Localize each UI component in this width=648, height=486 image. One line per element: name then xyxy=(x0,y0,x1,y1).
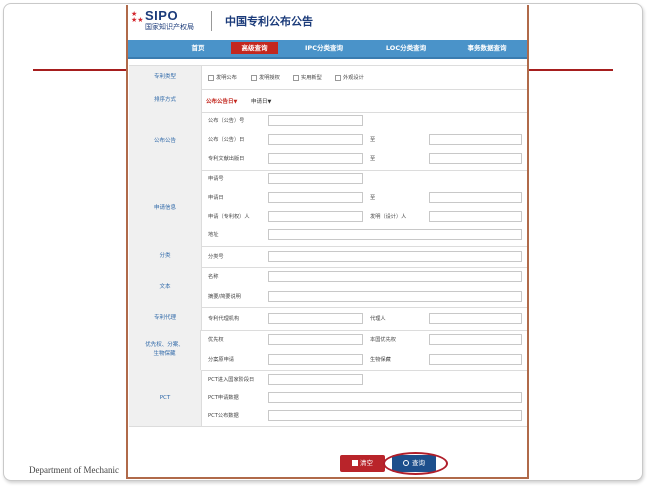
checkbox-invention-pub[interactable] xyxy=(208,75,214,81)
sort-pub-date-chevron-icon: ▼ xyxy=(233,99,238,105)
nav-item-loc-search[interactable]: LOC分类查询 xyxy=(371,40,441,57)
row-application: 申请信息 申请号 申请日 至 申请（专利权）人 发明（设计）人 地址 xyxy=(129,170,527,247)
agent-input[interactable] xyxy=(429,313,522,324)
divisional-input[interactable] xyxy=(268,354,363,365)
domestic-priority-input[interactable] xyxy=(429,334,522,345)
bio-deposit-input[interactable] xyxy=(429,354,522,365)
clear-button-label: 清空 xyxy=(360,459,373,467)
pub-number-input[interactable] xyxy=(268,115,363,126)
row-sort: 排序方式 公布公告日▼ 申请日▼ xyxy=(129,89,527,113)
pub-date-to-input[interactable] xyxy=(429,134,522,145)
label-address: 地址 xyxy=(208,232,219,238)
site-title: 中国专利公布公告 xyxy=(225,15,313,28)
label-doc-date: 专利文献出版日 xyxy=(208,156,245,162)
label-text: 文本 xyxy=(129,267,202,307)
priority-input[interactable] xyxy=(268,334,363,345)
pub-date-from-input[interactable] xyxy=(268,134,363,145)
nav-item-ipc-search[interactable]: IPC分类查询 xyxy=(290,40,358,57)
label-domestic-priority: 本国优先权 xyxy=(370,337,396,343)
name-input[interactable] xyxy=(268,271,522,282)
label-pct-app-data: PCT申请数据 xyxy=(208,395,239,401)
search-button-highlight xyxy=(383,452,448,475)
label-divisional: 分案原申请 xyxy=(208,357,234,363)
sort-pub-date-label: 公布公告日 xyxy=(206,99,234,105)
label-agency: 专利代理 xyxy=(129,307,202,330)
app-number-input[interactable] xyxy=(268,173,363,184)
label-name: 名称 xyxy=(208,274,219,280)
label-pct: PCT xyxy=(129,370,202,426)
checkbox-utility-model[interactable] xyxy=(293,75,299,81)
app-date-from-input[interactable] xyxy=(268,192,363,203)
label-pct-pub-data: PCT公布数据 xyxy=(208,413,239,419)
option-invention-pub: 发明公布 xyxy=(216,75,237,81)
pct-app-data-input[interactable] xyxy=(268,392,522,403)
class-code-input[interactable] xyxy=(268,251,522,262)
pct-entry-date-input[interactable] xyxy=(268,374,363,385)
label-publication: 公布公告 xyxy=(129,112,202,170)
checkbox-design[interactable] xyxy=(335,75,341,81)
search-form: 专利类型 发明公布 发明授权 实用新型 外观设计 排序方式 公布公告日▼ 申请日… xyxy=(129,65,527,436)
label-app-date: 申请日 xyxy=(208,195,224,201)
label-app-number: 申请号 xyxy=(208,176,224,182)
inventor-input[interactable] xyxy=(429,211,522,222)
label-pub-number: 公布（公告）号 xyxy=(208,118,245,124)
doc-date-from-input[interactable] xyxy=(268,153,363,164)
label-patent-type: 专利类型 xyxy=(129,66,202,89)
logo-text-en: SIPO xyxy=(145,8,179,23)
label-bio-deposit: 生物保藏 xyxy=(370,357,391,363)
option-invention-grant: 发明授权 xyxy=(259,75,280,81)
row-patent-type: 专利类型 发明公布 发明授权 实用新型 外观设计 xyxy=(129,66,527,90)
nav-item-home[interactable]: 首页 xyxy=(168,40,228,57)
applicant-input[interactable] xyxy=(268,211,363,222)
checkbox-invention-grant[interactable] xyxy=(251,75,257,81)
label-agency-org: 专利代理机构 xyxy=(208,316,240,322)
label-pct-entry-date: PCT进入国家阶段日 xyxy=(208,377,255,383)
label-inventor: 发明（设计）人 xyxy=(370,214,407,220)
label-agent: 代理人 xyxy=(370,316,386,322)
label-class-code: 分类号 xyxy=(208,254,224,260)
clear-button[interactable]: 清空 xyxy=(340,455,385,472)
option-utility-model: 实用新型 xyxy=(301,75,322,81)
pct-pub-data-input[interactable] xyxy=(268,410,522,421)
app-date-to-input[interactable] xyxy=(429,192,522,203)
row-priority: 优先权、分案、生物保藏 优先权 本国优先权 分案原申请 生物保藏 xyxy=(129,330,527,371)
header-divider xyxy=(211,11,212,31)
row-text: 文本 名称 摘要/简要说明 xyxy=(129,267,527,308)
site-header: ★ ★★ SIPO 国家知识产权局 中国专利公布公告 xyxy=(128,5,527,37)
address-input[interactable] xyxy=(268,229,522,240)
sort-app-date[interactable]: 申请日▼ xyxy=(251,97,271,105)
label-abstract: 摘要/简要说明 xyxy=(208,294,241,300)
label-pub-date-to: 至 xyxy=(370,137,376,143)
label-app-date-to: 至 xyxy=(370,195,376,201)
logo-text-cn: 国家知识产权局 xyxy=(145,23,194,31)
nav-item-advanced-search[interactable]: 高级查询 xyxy=(231,42,278,54)
sort-pub-date[interactable]: 公布公告日▼ xyxy=(206,97,237,105)
nav-item-transaction-search[interactable]: 事务数据查询 xyxy=(450,40,524,57)
slide-footer: Department of Mechanic xyxy=(29,465,119,475)
row-agency: 专利代理 专利代理机构 代理人 xyxy=(129,307,527,331)
row-classification: 分类 分类号 xyxy=(129,246,527,268)
agency-org-input[interactable] xyxy=(268,313,363,324)
logo-stars-icon: ★ ★★ xyxy=(131,10,144,24)
row-publication: 公布公告 公布（公告）号 公布（公告）日 至 专利文献出版日 至 xyxy=(129,112,527,171)
label-sort: 排序方式 xyxy=(129,89,202,112)
label-classification: 分类 xyxy=(129,246,202,267)
sort-app-date-chevron-icon: ▼ xyxy=(267,99,272,105)
label-pub-date: 公布（公告）日 xyxy=(208,137,245,143)
label-priority: 优先权、分案、生物保藏 xyxy=(129,330,201,370)
option-design: 外观设计 xyxy=(343,75,364,81)
trash-icon xyxy=(352,460,358,466)
sort-app-date-label: 申请日 xyxy=(251,99,268,105)
doc-date-to-input[interactable] xyxy=(429,153,522,164)
sipo-logo[interactable]: ★ ★★ SIPO 国家知识产权局 xyxy=(131,8,205,33)
label-application: 申请信息 xyxy=(129,170,202,246)
sipo-screenshot: ★ ★★ SIPO 国家知识产权局 中国专利公布公告 首页 高级查询 IPC分类查… xyxy=(126,5,529,479)
main-nav: 首页 高级查询 IPC分类查询 LOC分类查询 事务数据查询 xyxy=(128,40,527,59)
label-priority-claim: 优先权 xyxy=(208,337,224,343)
row-pct: PCT PCT进入国家阶段日 PCT申请数据 PCT公布数据 xyxy=(129,370,527,427)
label-applicant: 申请（专利权）人 xyxy=(208,214,250,220)
abstract-input[interactable] xyxy=(268,291,522,302)
label-doc-date-to: 至 xyxy=(370,156,376,162)
